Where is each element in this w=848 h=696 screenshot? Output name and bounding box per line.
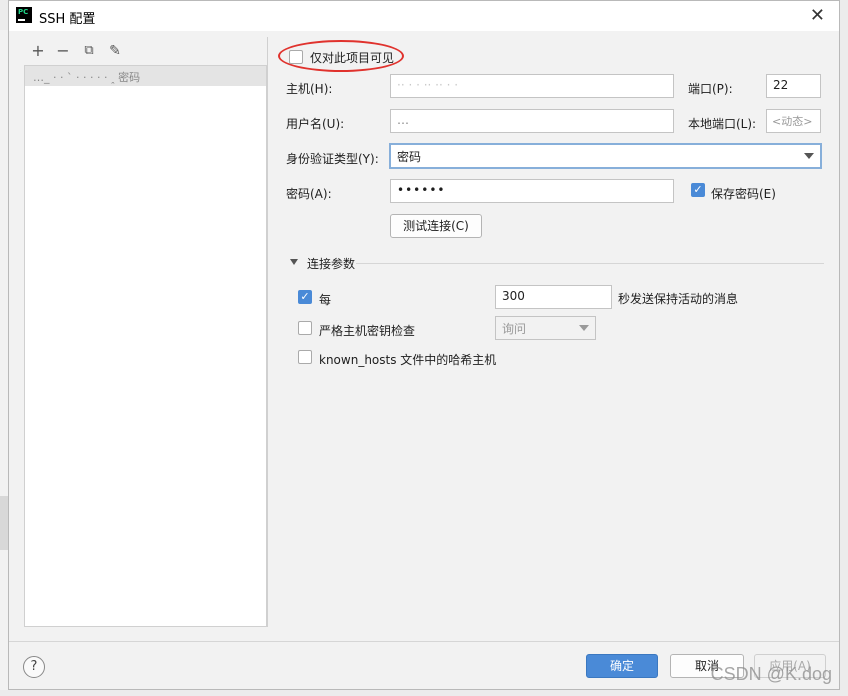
- dialog-title: SSH 配置: [39, 12, 96, 27]
- keepalive-label: 每: [319, 293, 332, 307]
- port-label: 端口(P):: [688, 82, 733, 96]
- add-icon[interactable]: +: [30, 43, 46, 59]
- collapse-triangle-icon[interactable]: [290, 259, 298, 265]
- csdn-watermark: CSDN @K.dog: [710, 664, 832, 684]
- strict-host-key-select: 询问: [495, 316, 596, 340]
- host-list-pane: + − ⧉ ✎ …_ · · ` · · · · · ꞈ 密码: [24, 37, 267, 627]
- only-this-project-label: 仅对此项目可见: [310, 51, 395, 65]
- chevron-down-icon: [579, 325, 589, 331]
- local-port-input[interactable]: <动态>: [766, 109, 821, 133]
- footer-divider: [9, 641, 839, 642]
- config-form: 仅对此项目可见 主机(H): ·· · · ·· ·· · · 端口(P): 2…: [267, 37, 839, 627]
- section-divider: [356, 263, 824, 264]
- password-input[interactable]: ••••••: [390, 179, 674, 203]
- strict-host-key-value: 询问: [502, 322, 527, 336]
- password-label: 密码(A):: [286, 187, 332, 201]
- host-list: …_ · · ` · · · · · ꞈ 密码: [24, 65, 267, 627]
- local-port-label: 本地端口(L):: [688, 117, 757, 131]
- save-password-label: 保存密码(E): [711, 187, 776, 201]
- host-list-item[interactable]: …_ · · ` · · · · · ꞈ 密码: [25, 66, 266, 86]
- only-this-project-checkbox[interactable]: [289, 50, 303, 64]
- copy-icon[interactable]: ⧉: [81, 43, 97, 59]
- chevron-down-icon: [804, 153, 814, 159]
- connection-params-title[interactable]: 连接参数: [307, 255, 355, 272]
- port-input[interactable]: 22: [766, 74, 821, 98]
- auth-type-label: 身份验证类型(Y):: [286, 152, 379, 166]
- help-icon[interactable]: ?: [23, 656, 45, 678]
- host-list-toolbar: + − ⧉ ✎: [24, 37, 267, 65]
- strict-host-key-checkbox[interactable]: [298, 321, 312, 335]
- ok-button[interactable]: 确定: [586, 654, 658, 678]
- pycharm-app-icon: PC: [16, 7, 32, 23]
- hash-known-hosts-checkbox[interactable]: [298, 350, 312, 364]
- title-bar: PC SSH 配置 ✕: [9, 1, 839, 31]
- username-label: 用户名(U):: [286, 117, 345, 131]
- edit-icon[interactable]: ✎: [107, 43, 123, 59]
- auth-type-select[interactable]: 密码: [389, 143, 822, 169]
- username-input[interactable]: …: [390, 109, 674, 133]
- keepalive-interval-input[interactable]: 300: [495, 285, 612, 309]
- close-icon[interactable]: ✕: [810, 5, 825, 26]
- host-input[interactable]: ·· · · ·· ·· · ·: [390, 74, 674, 98]
- keepalive-checkbox[interactable]: ✓: [298, 290, 312, 304]
- test-connection-button[interactable]: 测试连接(C): [390, 214, 482, 238]
- auth-type-value: 密码: [397, 150, 422, 164]
- remove-icon[interactable]: −: [55, 43, 71, 59]
- host-label: 主机(H):: [286, 82, 333, 96]
- ssh-config-dialog: PC SSH 配置 ✕ + − ⧉ ✎ …_ · · ` · · · · · ꞈ…: [8, 0, 840, 690]
- strict-host-key-label: 严格主机密钥检查: [319, 324, 416, 338]
- hash-known-hosts-label: known_hosts 文件中的哈希主机: [319, 353, 497, 367]
- keepalive-suffix-label: 秒发送保持活动的消息: [618, 292, 739, 306]
- save-password-checkbox[interactable]: ✓: [691, 183, 705, 197]
